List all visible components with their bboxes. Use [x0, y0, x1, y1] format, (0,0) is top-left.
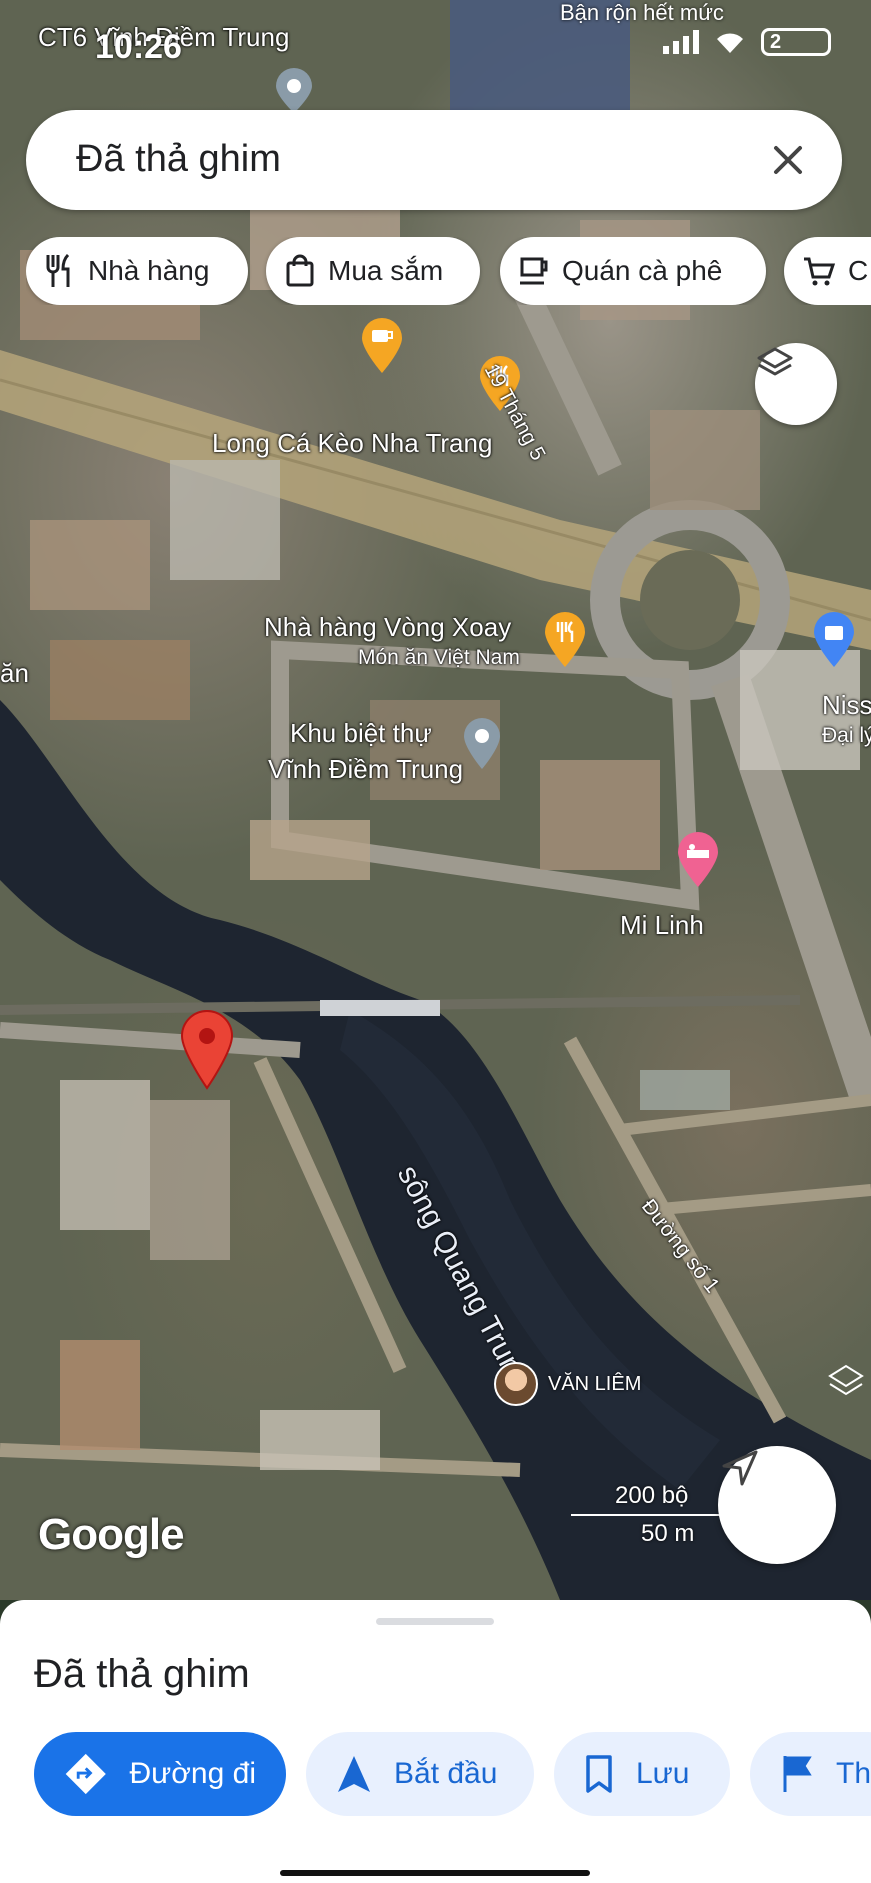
- category-chips: Nhà hàng Mua sắm Quán cà phê C: [26, 237, 871, 305]
- save-label: Lưu: [636, 1757, 690, 1790]
- sheet-drag-handle[interactable]: [376, 1618, 494, 1625]
- status-banner: Bận rộn hết mức: [560, 0, 724, 25]
- user-avatar[interactable]: [494, 1362, 538, 1406]
- restaurant-icon: [46, 253, 70, 287]
- shopping-cart-icon: [804, 257, 836, 286]
- search-input[interactable]: Đã thả ghim: [76, 138, 281, 181]
- scale-feet: 200 bộ: [615, 1482, 689, 1509]
- chip-shopping[interactable]: Mua sắm: [266, 237, 480, 305]
- start-button[interactable]: Bắt đầu: [306, 1732, 534, 1816]
- hotel-pin-icon[interactable]: [676, 832, 720, 888]
- shopping-pin-icon[interactable]: [812, 612, 856, 668]
- chip-label: Quán cà phê: [562, 255, 723, 286]
- save-button[interactable]: Lưu: [554, 1732, 730, 1816]
- chip-restaurants[interactable]: Nhà hàng: [26, 237, 248, 305]
- flag-icon: [783, 1756, 812, 1792]
- map-label-dealer: Đại lý: [822, 724, 871, 747]
- location-arrow-icon: [722, 1450, 758, 1486]
- map-label-mi-linh[interactable]: Mi Linh: [620, 910, 704, 941]
- search-bar[interactable]: Đã thả ghim: [26, 110, 842, 210]
- label-button-label: Th: [836, 1757, 871, 1790]
- sheet-title: Đã thả ghim: [34, 1652, 250, 1696]
- shopping-bag-icon: [286, 254, 314, 287]
- cellular-signal-icon: [663, 30, 699, 54]
- chip-label: Nhà hàng: [88, 255, 210, 286]
- my-location-button[interactable]: [718, 1446, 836, 1564]
- map-label-nissan[interactable]: Niss: [822, 690, 871, 721]
- map-label-long-ca-keo[interactable]: Long Cá Kèo Nha Trang: [212, 428, 492, 459]
- user-location-label[interactable]: VĂN LIÊM: [494, 1362, 641, 1406]
- map-label-villa-2[interactable]: Vĩnh Điềm Trung: [268, 754, 463, 785]
- start-label: Bắt đầu: [394, 1757, 498, 1790]
- coffee-icon: [520, 257, 548, 285]
- navigation-arrow-icon: [338, 1756, 370, 1792]
- chip-label: C: [848, 255, 869, 286]
- place-sheet[interactable]: Đã thả ghim Đường đi Bắt đầu Lưu Th: [0, 1600, 871, 1883]
- status-time: 10:26: [95, 28, 182, 66]
- bookmark-icon: [586, 1755, 612, 1793]
- restaurant-pin-icon[interactable]: [543, 612, 587, 668]
- place-pin-icon[interactable]: [462, 718, 502, 770]
- map-label-restaurant[interactable]: Nhà hàng Vòng Xoay: [264, 612, 511, 643]
- scale-meters: 50 m: [641, 1520, 695, 1547]
- layers-icon: [757, 347, 793, 376]
- google-logo: Google: [38, 1510, 185, 1559]
- close-icon[interactable]: [764, 136, 812, 184]
- label-button[interactable]: Th: [750, 1732, 871, 1816]
- wifi-icon: [717, 33, 743, 53]
- battery-icon: 2: [761, 28, 831, 56]
- tilt-icon[interactable]: [826, 1362, 866, 1398]
- chip-coffee[interactable]: Quán cà phê: [500, 237, 766, 305]
- directions-label: Đường đi: [129, 1757, 256, 1790]
- cafe-pin-icon[interactable]: [360, 318, 404, 374]
- status-bar: Bận rộn hết mức 10:26 2: [0, 0, 871, 90]
- chip-groceries[interactable]: C: [784, 237, 871, 305]
- directions-button[interactable]: Đường đi: [34, 1732, 286, 1816]
- layers-button[interactable]: [755, 343, 837, 425]
- chip-label: Mua sắm: [328, 255, 444, 286]
- map-label-edge: ăn: [0, 658, 29, 688]
- scale-bar: 200 bộ 50 m: [565, 1482, 735, 1552]
- user-name: VĂN LIÊM: [548, 1372, 642, 1395]
- directions-icon: [65, 1753, 106, 1795]
- map-label-restaurant-category: Món ăn Việt Nam: [358, 646, 520, 669]
- map-label-villa-1[interactable]: Khu biệt thự: [290, 718, 432, 749]
- dropped-pin-icon[interactable]: [180, 1010, 234, 1090]
- home-indicator[interactable]: [280, 1870, 590, 1876]
